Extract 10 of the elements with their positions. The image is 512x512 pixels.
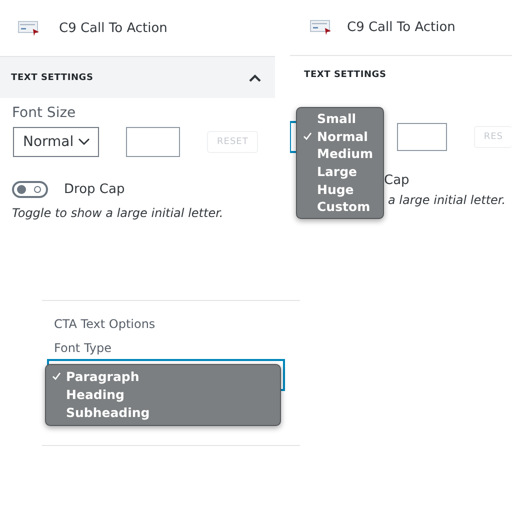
toggle-label: Drop Cap xyxy=(64,182,125,197)
field-label: Font Size xyxy=(12,105,77,121)
panel-title: CTA Text Options xyxy=(54,317,156,331)
field-label: Font Type xyxy=(54,341,113,355)
help-text: Toggle to show a large initial letter. xyxy=(12,206,224,220)
section-title: TEXT SETTINGS xyxy=(304,70,386,80)
help-text: a large initial letter. xyxy=(388,193,507,207)
toggle-label: Cap xyxy=(384,173,410,188)
block-title: C9 Call To Action xyxy=(59,20,168,36)
block-title: C9 Call To Action xyxy=(347,20,456,35)
